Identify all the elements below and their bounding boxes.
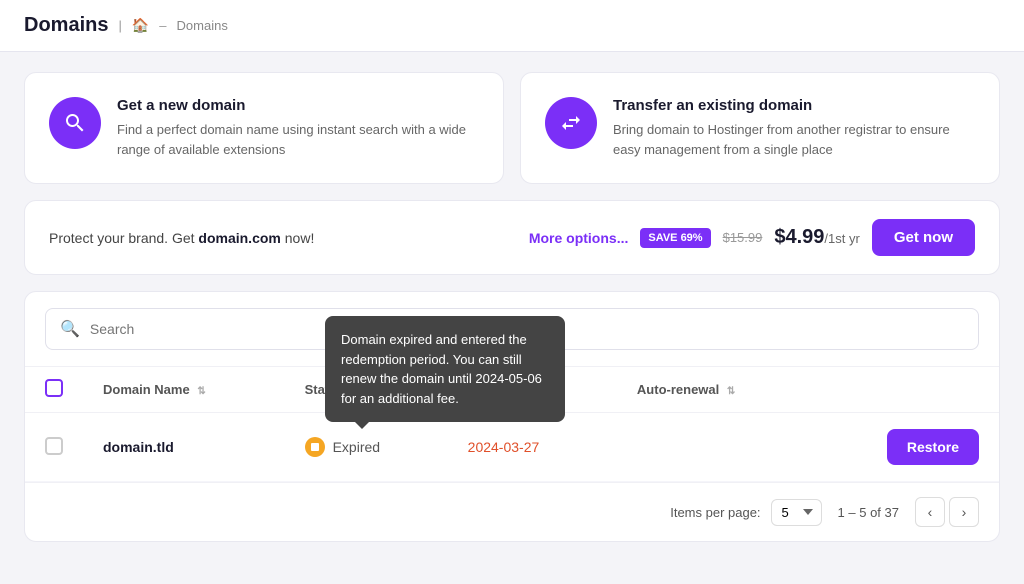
save-badge: SAVE 69%	[640, 228, 710, 248]
table-footer: Items per page: 5 10 25 50 1 – 5 of 37 ‹…	[25, 482, 999, 541]
page-header: Domains | 🏠 – Domains	[0, 0, 1024, 52]
new-domain-content: Get a new domain Find a perfect domain n…	[117, 97, 479, 159]
home-icon: 🏠	[132, 17, 149, 34]
sale-period: /1st yr	[824, 231, 859, 246]
col-domain-name: Domain Name ⇅	[83, 367, 285, 413]
breadcrumb-separator: –	[159, 18, 166, 33]
new-domain-description: Find a perfect domain name using instant…	[117, 120, 479, 159]
cards-row: Get a new domain Find a perfect domain n…	[24, 72, 1000, 184]
checkbox-header-cell	[25, 367, 83, 413]
domain-name-cell: domain.tld	[83, 413, 285, 482]
restore-button[interactable]: Restore	[887, 429, 979, 465]
row-checkbox-cell	[25, 413, 83, 482]
table-row: domain.tld Expired 2024-03-27	[25, 413, 999, 482]
expires-cell: 2024-03-27	[448, 413, 617, 482]
promo-banner: Protect your brand. Get domain.com now! …	[24, 200, 1000, 275]
col-autorenewal: Auto-renewal ⇅	[617, 367, 812, 413]
transfer-domain-title: Transfer an existing domain	[613, 97, 975, 114]
promo-right: SAVE 69% $15.99 $4.99/1st yr Get now	[640, 219, 975, 256]
more-options-link[interactable]: More options...	[529, 230, 629, 246]
main-content: Get a new domain Find a perfect domain n…	[0, 52, 1024, 562]
items-per-page-label: Items per page:	[670, 505, 760, 520]
select-all-checkbox[interactable]	[45, 379, 63, 397]
breadcrumb-divider: |	[118, 18, 121, 33]
original-price: $15.99	[723, 230, 763, 245]
expired-tooltip: Domain expired and entered the redemptio…	[325, 316, 565, 422]
search-icon	[63, 111, 87, 135]
new-domain-title: Get a new domain	[117, 97, 479, 114]
promo-text: Protect your brand. Get domain.com now!	[49, 230, 517, 246]
new-domain-icon	[49, 97, 101, 149]
new-domain-card[interactable]: Get a new domain Find a perfect domain n…	[24, 72, 504, 184]
transfer-domain-content: Transfer an existing domain Bring domain…	[613, 97, 975, 159]
breadcrumb-current: Domains	[177, 18, 228, 33]
next-page-button[interactable]: ›	[949, 497, 979, 527]
table-section: 🔍 Domain Name ⇅ St	[24, 291, 1000, 542]
get-now-button[interactable]: Get now	[872, 219, 975, 256]
prev-page-button[interactable]: ‹	[915, 497, 945, 527]
auto-renewal-cell	[617, 413, 812, 482]
sort-icon-domain: ⇅	[197, 386, 205, 397]
action-cell: Restore	[812, 413, 999, 482]
promo-domain: domain.com	[198, 230, 280, 246]
transfer-domain-icon	[545, 97, 597, 149]
col-actions	[812, 367, 999, 413]
page-title: Domains	[24, 14, 108, 37]
page-info: 1 – 5 of 37	[838, 505, 899, 520]
table-wrapper: Domain Name ⇅ Status ⇅ Expires At ⇅ Au	[25, 367, 999, 482]
row-checkbox[interactable]	[45, 437, 63, 455]
sale-price: $4.99/1st yr	[774, 226, 859, 249]
transfer-domain-description: Bring domain to Hostinger from another r…	[613, 120, 975, 159]
table-body: domain.tld Expired 2024-03-27	[25, 413, 999, 482]
items-per-page: Items per page: 5 10 25 50	[670, 499, 821, 526]
transfer-domain-card[interactable]: Transfer an existing domain Bring domain…	[520, 72, 1000, 184]
status-dot-inner	[311, 443, 319, 451]
expires-date: 2024-03-27	[468, 439, 540, 455]
status-dot	[305, 437, 325, 457]
transfer-icon	[559, 111, 583, 135]
page-navigation: ‹ ›	[915, 497, 979, 527]
sort-icon-autorenewal: ⇅	[727, 386, 735, 397]
search-icon: 🔍	[60, 319, 80, 339]
status-text: Expired	[333, 439, 380, 455]
items-per-page-select[interactable]: 5 10 25 50	[771, 499, 822, 526]
